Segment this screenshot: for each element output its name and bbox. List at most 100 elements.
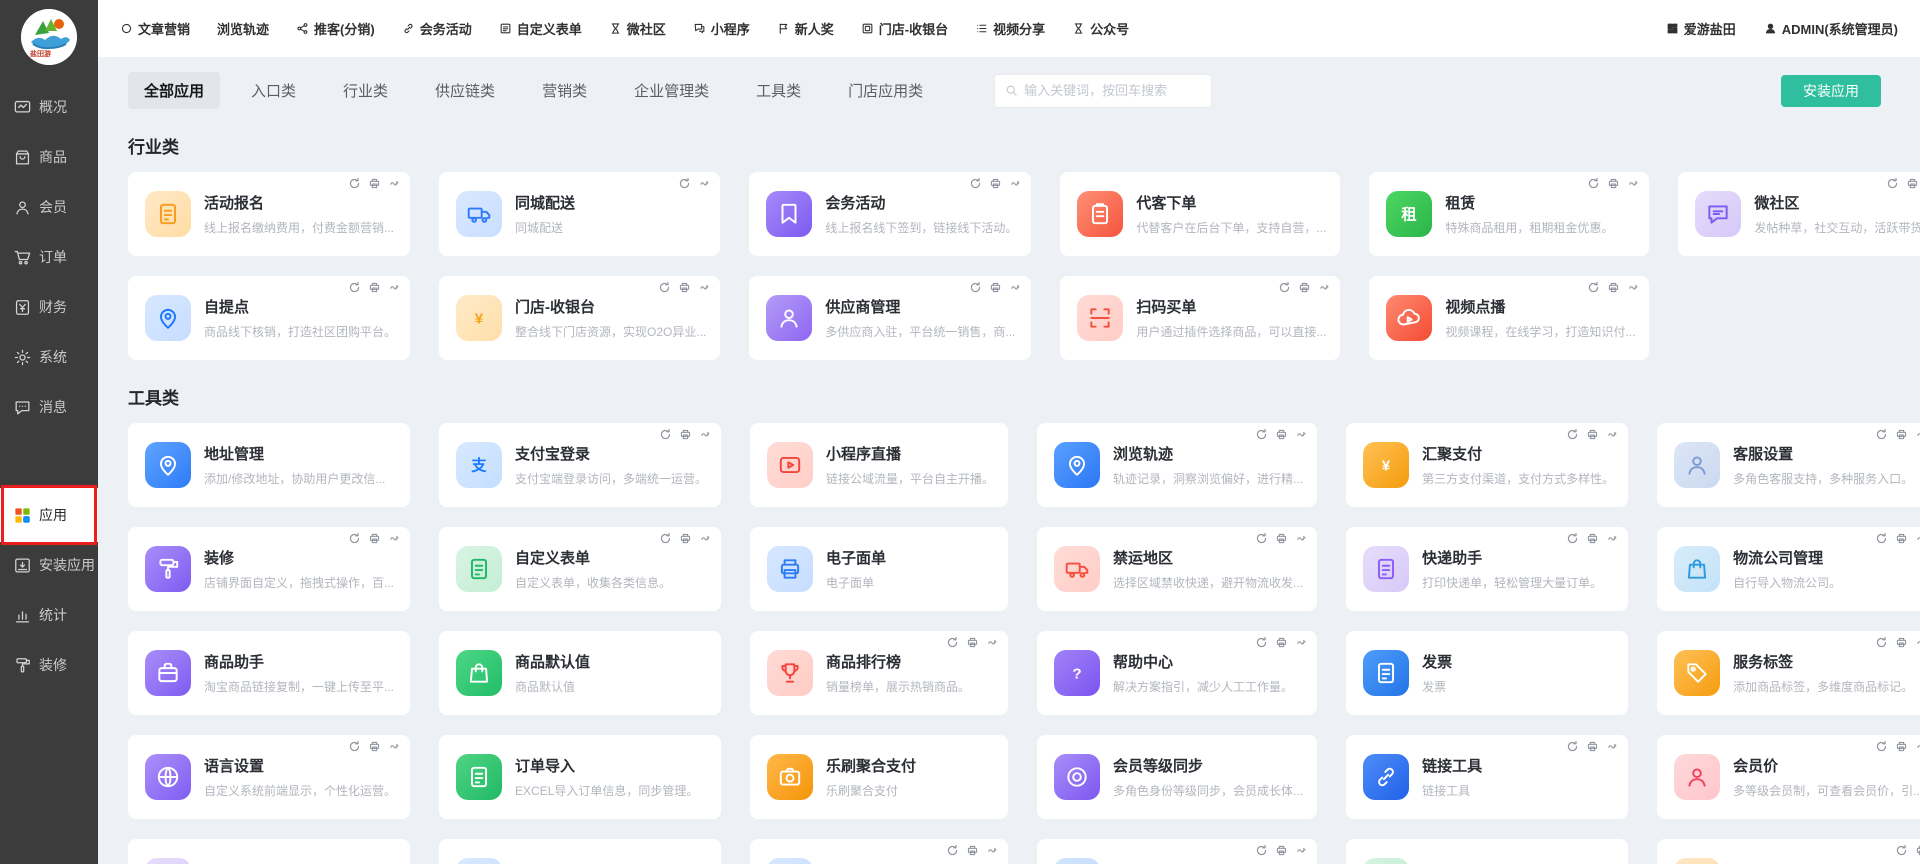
app-card-快递助手[interactable]: 快递助手打印快递单，轻松管理大量订单。 <box>1346 527 1628 611</box>
account-menu[interactable]: ADMIN(系统管理员) <box>1764 19 1898 38</box>
refresh-icon[interactable] <box>678 177 691 190</box>
link-icon[interactable] <box>986 844 999 857</box>
refresh-icon[interactable] <box>348 177 361 190</box>
site-switcher[interactable]: 爱游盐田 <box>1666 19 1736 38</box>
print-icon[interactable] <box>368 177 381 190</box>
topnav-item-10[interactable]: 视频分享 <box>975 19 1045 38</box>
sidebar-item-装修[interactable]: 装修 <box>0 643 98 687</box>
app-card-会员等级同步[interactable]: 会员等级同步多角色身份等级同步，会员成长体... <box>1037 735 1317 819</box>
app-card-会务活动[interactable]: 会务活动线上报名线下签到，链接线下活动。 <box>749 172 1031 256</box>
print-icon[interactable] <box>1915 844 1920 857</box>
app-card-供应商管理[interactable]: 供应商管理多供应商入驻，平台统一销售，商... <box>749 276 1031 360</box>
link-icon[interactable] <box>986 636 999 649</box>
app-card-支付管理[interactable]: ¥支付管理 <box>439 839 721 864</box>
print-icon[interactable] <box>1275 532 1288 545</box>
app-card-禁运地区[interactable]: 禁运地区选择区域禁收快递，避开物流收发... <box>1037 527 1317 611</box>
print-icon[interactable] <box>1298 281 1311 294</box>
refresh-icon[interactable] <box>348 281 361 294</box>
print-icon[interactable] <box>679 532 692 545</box>
print-icon[interactable] <box>368 281 381 294</box>
app-card-自定义表单[interactable]: 自定义表单自定义表单，收集各类信息。 <box>439 527 721 611</box>
link-icon[interactable] <box>1915 636 1920 649</box>
print-icon[interactable] <box>1275 636 1288 649</box>
link-icon[interactable] <box>1295 844 1308 857</box>
app-card-商品排行榜[interactable]: 商品排行榜销量榜单，展示热销商品。 <box>750 631 1008 715</box>
app-card-地址管理[interactable]: 地址管理添加/修改地址，协助用户更改信... <box>128 423 410 507</box>
app-card-物流公司管理[interactable]: 物流公司管理自行导入物流公司。 <box>1657 527 1920 611</box>
tab-全部应用[interactable]: 全部应用 <box>128 72 220 109</box>
app-card-发票[interactable]: 发票发票 <box>1346 631 1628 715</box>
print-icon[interactable] <box>368 740 381 753</box>
print-icon[interactable] <box>679 428 692 441</box>
app-card-打印机[interactable]: 打印机 <box>750 839 1008 864</box>
tab-门店应用类[interactable]: 门店应用类 <box>832 72 939 109</box>
print-icon[interactable] <box>368 532 381 545</box>
refresh-icon[interactable] <box>1566 532 1579 545</box>
app-card-视频点播[interactable]: 视频点播视频课程，在线学习，打造知识付... <box>1369 276 1649 360</box>
topnav-item-5[interactable]: 自定义表单 <box>499 19 582 38</box>
app-card-小程序直播[interactable]: 小程序直播链接公域流量，平台自主开播。 <box>750 423 1008 507</box>
install-app-button[interactable]: 安装应用 <box>1781 75 1881 107</box>
app-card-同城配送[interactable]: 同城配送同城配送 <box>439 172 720 256</box>
sidebar-item-商品[interactable]: 商品 <box>0 135 98 179</box>
refresh-icon[interactable] <box>1255 844 1268 857</box>
link-icon[interactable] <box>1606 740 1619 753</box>
sidebar-item-统计[interactable]: 统计 <box>0 593 98 637</box>
app-card-电子面单[interactable]: 电子面单电子面单 <box>750 527 1008 611</box>
topnav-item-3[interactable]: 推客(分销) <box>296 19 375 38</box>
print-icon[interactable] <box>989 177 1002 190</box>
link-icon[interactable] <box>1606 532 1619 545</box>
refresh-icon[interactable] <box>1255 636 1268 649</box>
link-icon[interactable] <box>1915 740 1920 753</box>
refresh-icon[interactable] <box>1875 532 1888 545</box>
refresh-icon[interactable] <box>1255 428 1268 441</box>
sidebar-item-系统[interactable]: 系统 <box>0 335 98 379</box>
tab-工具类[interactable]: 工具类 <box>740 72 817 109</box>
print-icon[interactable] <box>966 636 979 649</box>
app-card-乐刷聚合支付[interactable]: 乐刷聚合支付乐刷聚合支付 <box>750 735 1008 819</box>
refresh-icon[interactable] <box>658 281 671 294</box>
refresh-icon[interactable] <box>1566 740 1579 753</box>
refresh-icon[interactable] <box>659 532 672 545</box>
print-icon[interactable] <box>1586 532 1599 545</box>
tab-营销类[interactable]: 营销类 <box>526 72 603 109</box>
app-card-帮助中心[interactable]: ?帮助中心解决方案指引，减少人工工作量。 <box>1037 631 1317 715</box>
link-icon[interactable] <box>1915 428 1920 441</box>
print-icon[interactable] <box>678 281 691 294</box>
sidebar-item-应用[interactable]: 应用 <box>0 493 98 537</box>
sidebar-item-消息[interactable]: 消息 <box>0 385 98 429</box>
print-icon[interactable] <box>1275 428 1288 441</box>
link-icon[interactable] <box>698 281 711 294</box>
link-icon[interactable] <box>1009 177 1022 190</box>
refresh-icon[interactable] <box>348 532 361 545</box>
print-icon[interactable] <box>989 281 1002 294</box>
topnav-item-6[interactable]: 微社区 <box>609 19 666 38</box>
app-card-服务标签[interactable]: 服务标签添加商品标签，多维度商品标记。 <box>1657 631 1920 715</box>
link-icon[interactable] <box>699 532 712 545</box>
link-icon[interactable] <box>388 740 401 753</box>
print-icon[interactable] <box>1906 177 1919 190</box>
link-icon[interactable] <box>1606 428 1619 441</box>
topnav-item-2[interactable]: 浏览轨迹 <box>217 19 269 38</box>
link-icon[interactable] <box>388 532 401 545</box>
tab-供应链类[interactable]: 供应链类 <box>419 72 511 109</box>
topnav-item-9[interactable]: 门店-收银台 <box>861 19 948 38</box>
topnav-item-7[interactable]: 小程序 <box>693 19 750 38</box>
app-card-门店-收银台[interactable]: ¥门店-收银台整合线下门店资源，实现O2O异业... <box>439 276 720 360</box>
app-card-短链接生成[interactable]: 短链接生成 <box>1657 839 1920 864</box>
tab-企业管理类[interactable]: 企业管理类 <box>618 72 725 109</box>
refresh-icon[interactable] <box>1587 281 1600 294</box>
print-icon[interactable] <box>1895 636 1908 649</box>
link-icon[interactable] <box>1295 636 1308 649</box>
link-icon[interactable] <box>1295 532 1308 545</box>
topnav-item-1[interactable]: 文章营销 <box>120 19 190 38</box>
print-icon[interactable] <box>1895 740 1908 753</box>
app-card-扫码买单[interactable]: 扫码买单用户通过插件选择商品，可以直接... <box>1060 276 1340 360</box>
app-card-商品默认值[interactable]: 商品默认值商品默认值 <box>439 631 721 715</box>
refresh-icon[interactable] <box>1875 428 1888 441</box>
refresh-icon[interactable] <box>946 844 959 857</box>
app-card-链接工具[interactable]: 链接工具链接工具 <box>1346 735 1628 819</box>
print-icon[interactable] <box>1275 844 1288 857</box>
tab-行业类[interactable]: 行业类 <box>327 72 404 109</box>
sidebar-item-财务[interactable]: 财务 <box>0 285 98 329</box>
